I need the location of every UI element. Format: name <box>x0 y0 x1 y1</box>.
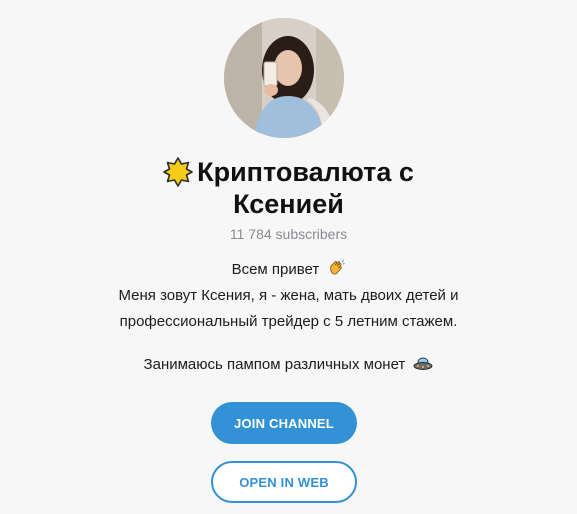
description-line-4: Занимаюсь пампом различных монет <box>0 352 577 381</box>
description-line-1: Всем привет <box>0 257 577 286</box>
channel-title-line2: Ксенией <box>233 189 344 219</box>
join-channel-button[interactable]: JOIN CHANNEL <box>211 402 357 444</box>
channel-title-text: Криптовалюта с <box>197 157 414 187</box>
description-greeting: Всем привет <box>231 261 320 278</box>
subscriber-count: 11 784 subscribers <box>229 226 348 242</box>
ufo-icon <box>413 355 433 381</box>
open-in-web-button[interactable]: OPEN IN WEB <box>211 461 357 503</box>
description-line-2: Меня зовут Ксения, я - жена, мать двоих … <box>118 287 459 304</box>
avatar-photo <box>224 18 344 138</box>
description-pump-text: Занимаюсь пампом различных монет <box>143 356 406 373</box>
description-line-3: профессиональный трейдер с 5 летним стаж… <box>119 313 458 330</box>
channel-preview-page: Криптовалюта с Ксенией 11 784 subscriber… <box>0 0 577 514</box>
waving-hand-icon <box>327 259 346 286</box>
channel-avatar <box>224 18 344 138</box>
star-badge-icon <box>163 157 193 187</box>
